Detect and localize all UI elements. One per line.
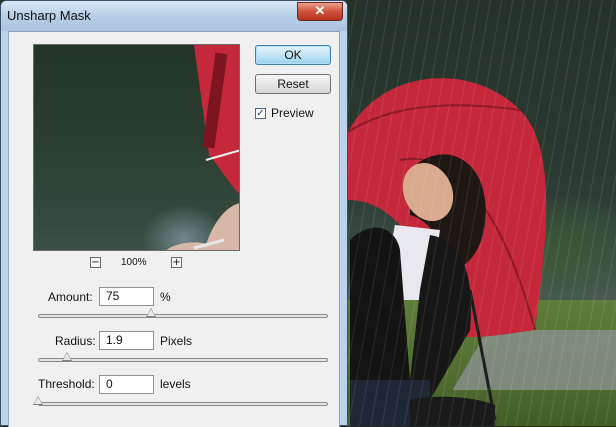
radius-unit: Pixels (160, 334, 193, 348)
threshold-slider-thumb[interactable] (33, 396, 43, 405)
preview-checkbox[interactable]: ✓ (255, 108, 266, 119)
threshold-label: Threshold: (38, 377, 95, 391)
amount-unit: % (160, 290, 171, 304)
minus-icon: − (91, 257, 100, 268)
threshold-unit: levels (160, 377, 191, 391)
radius-slider-thumb[interactable] (62, 352, 72, 361)
unsharp-mask-dialog: Unsharp Mask ✕ − 100% + OK Reset ✓ Previ… (0, 0, 348, 427)
amount-slider-thumb[interactable] (146, 308, 157, 317)
preview-checkbox-label: Preview (271, 106, 314, 120)
zoom-level: 100% (121, 257, 147, 268)
checkmark-icon: ✓ (256, 108, 265, 119)
threshold-slider-track[interactable] (38, 402, 328, 406)
reset-button[interactable]: Reset (255, 74, 331, 94)
ok-button[interactable]: OK (255, 45, 331, 65)
dialog-titlebar[interactable]: Unsharp Mask ✕ (1, 1, 347, 31)
amount-input[interactable]: 75 (99, 287, 154, 306)
amount-label: Amount: (48, 290, 93, 304)
preview-window[interactable] (33, 44, 240, 251)
threshold-input[interactable]: 0 (99, 375, 154, 394)
radius-label: Radius: (55, 334, 96, 348)
radius-slider-track[interactable] (38, 358, 328, 362)
preview-image (166, 45, 239, 250)
close-button[interactable]: ✕ (297, 2, 343, 21)
radius-input[interactable]: 1.9 (99, 331, 154, 350)
zoom-controls: − 100% + (9, 257, 264, 271)
amount-slider-track[interactable] (38, 314, 328, 318)
dialog-body: − 100% + OK Reset ✓ Preview Amount: 75 %… (8, 31, 340, 427)
zoom-in-button[interactable]: + (171, 257, 182, 268)
close-icon: ✕ (314, 3, 326, 18)
dialog-title: Unsharp Mask (7, 8, 91, 23)
zoom-out-button[interactable]: − (90, 257, 101, 268)
plus-icon: + (172, 257, 181, 268)
